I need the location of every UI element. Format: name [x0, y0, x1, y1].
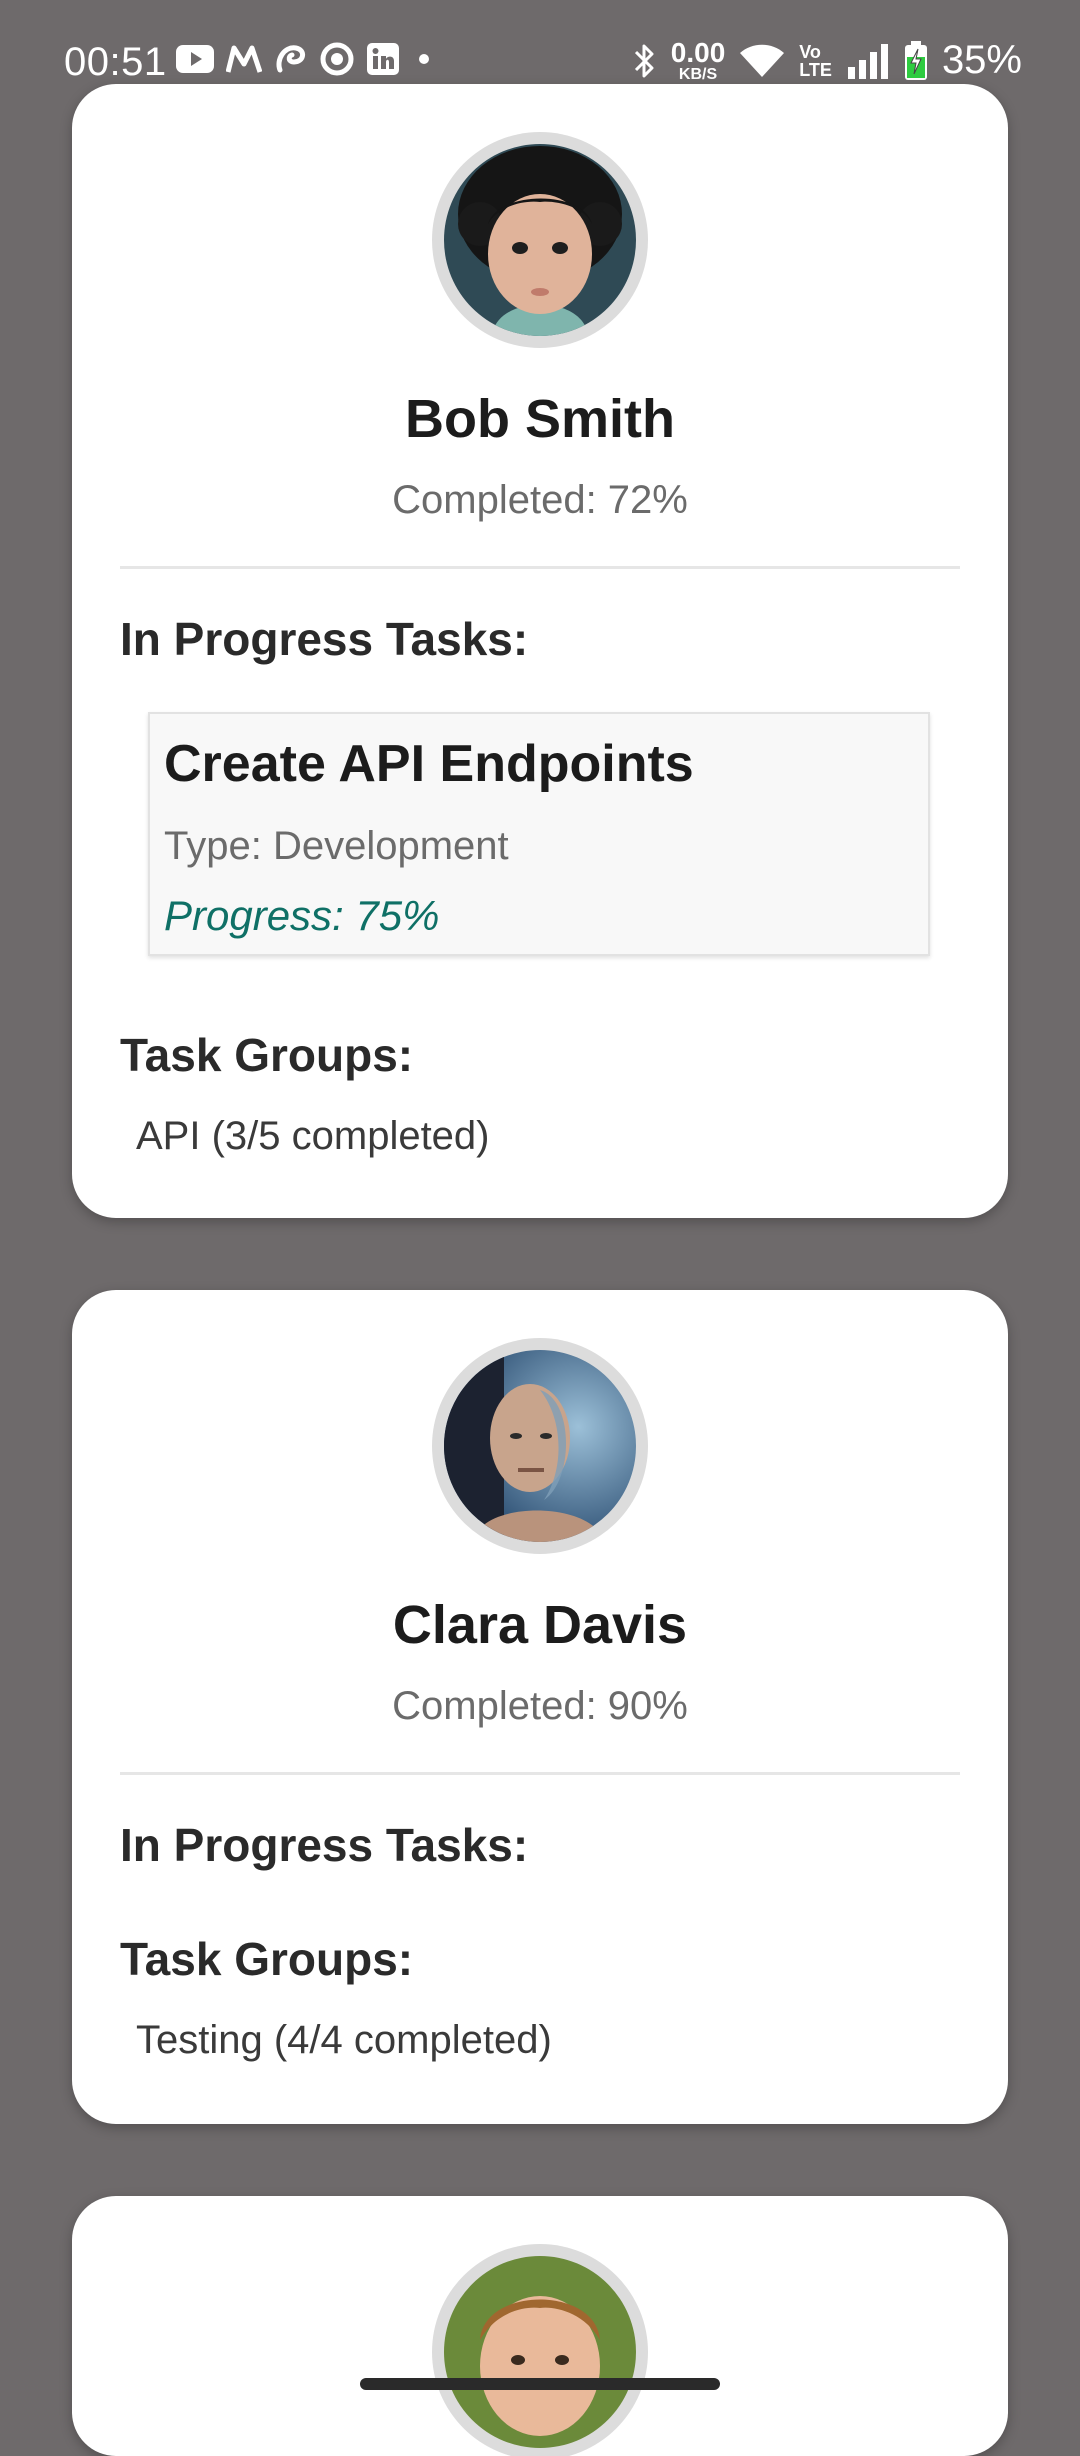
avatar	[432, 132, 648, 348]
m-app-icon	[226, 44, 262, 74]
in-progress-heading: In Progress Tasks:	[120, 1819, 529, 1871]
dot-icon	[412, 47, 436, 71]
wifi-icon	[739, 43, 785, 79]
member-name: Clara Davis	[392, 1595, 688, 1655]
volte-indicator: Vo LTE	[799, 41, 832, 80]
signal-icon	[846, 43, 890, 79]
task-title: Create API Endpoints	[164, 735, 694, 793]
task-groups-heading: Task Groups:	[120, 1933, 414, 1985]
circle-app-icon	[320, 42, 354, 76]
battery-percentage: 35%	[941, 38, 1022, 82]
task-groups-heading: Task Groups:	[120, 1029, 414, 1081]
task-group-item: Testing (4/4 completed)	[136, 2018, 552, 2062]
member-card: Clara Davis Completed: 90% In Progress T…	[72, 1290, 1008, 2124]
divider	[120, 1772, 960, 1775]
notification-icons	[176, 42, 436, 76]
member-card: Bob Smith Completed: 72% In Progress Tas…	[72, 84, 1008, 1218]
battery-charging-icon	[904, 40, 928, 81]
status-time: 00:51	[64, 40, 167, 84]
bluetooth-icon	[633, 42, 657, 80]
member-card	[72, 2196, 1008, 2456]
home-indicator[interactable]	[360, 2378, 720, 2390]
completion-percentage: Completed: 90%	[392, 1684, 688, 1728]
task-card[interactable]: Create API Endpoints Type: Development P…	[148, 712, 930, 956]
completion-percentage: Completed: 72%	[392, 478, 688, 522]
avatar	[432, 1338, 648, 1554]
member-name: Bob Smith	[405, 389, 675, 449]
divider	[120, 566, 960, 569]
network-speed: 0.00 KB/S	[670, 36, 726, 83]
linkedin-icon	[366, 42, 400, 76]
youtube-icon	[176, 45, 214, 73]
in-progress-heading: In Progress Tasks:	[120, 613, 529, 665]
task-group-item: API (3/5 completed)	[136, 1114, 490, 1158]
system-status-icons: 0.00 KB/S Vo LTE 35%	[633, 38, 1022, 83]
avatar	[432, 2244, 648, 2456]
task-progress: Progress: 75%	[164, 892, 440, 939]
task-type: Type: Development	[164, 824, 509, 868]
airtel-icon	[274, 42, 308, 76]
